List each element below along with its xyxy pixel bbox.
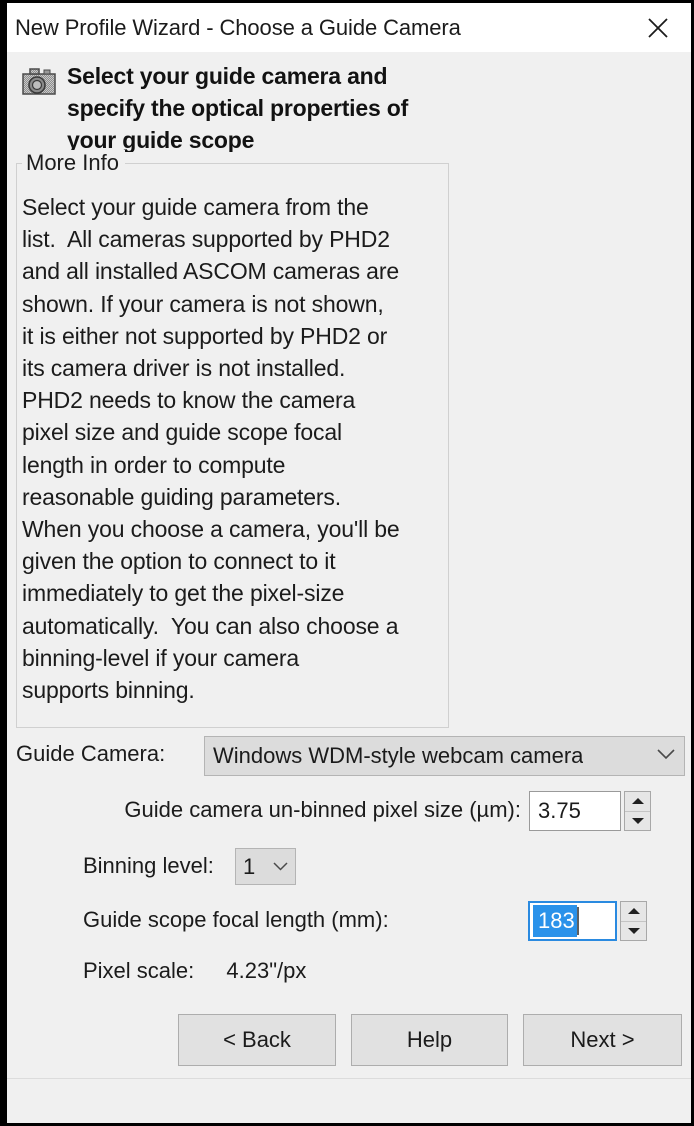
focal-length-input[interactable]: 183: [528, 901, 617, 941]
pixel-size-input[interactable]: 3.75: [529, 791, 621, 831]
triangle-up-icon: [631, 798, 644, 805]
title-bar: New Profile Wizard - Choose a Guide Came…: [7, 3, 691, 52]
pixel-size-stepper-down[interactable]: [625, 812, 650, 831]
bottom-separator: [7, 1078, 691, 1079]
more-info-line: automatically. You can also choose a: [22, 612, 399, 639]
more-info-line: Select your guide camera from the: [22, 194, 369, 220]
pixel-size-row: Guide camera un-binned pixel size (µm): …: [7, 791, 691, 833]
dialog-button-row: < Back Help Next >: [7, 1014, 691, 1066]
pixel-size-stepper[interactable]: [624, 791, 651, 831]
more-info-line: length in order to compute: [22, 451, 286, 478]
guide-camera-row: Guide Camera: Windows WDM-style webcam c…: [7, 736, 691, 776]
more-info-line: and all installed ASCOM cameras are: [22, 258, 399, 285]
focal-length-stepper[interactable]: [620, 901, 647, 941]
more-info-line: PHD2 needs to know the camera: [22, 387, 356, 414]
more-info-line: its camera driver is not installed.: [22, 355, 346, 382]
binning-value: 1: [243, 853, 256, 879]
focal-length-value: 183: [533, 905, 577, 937]
focal-length-label: Guide scope focal length (mm):: [83, 907, 389, 932]
header-line-1: Select your guide camera and: [67, 63, 388, 89]
more-info-line: it is either not supported by PHD2 or: [22, 322, 388, 349]
binning-label: Binning level:: [83, 853, 214, 878]
more-info-line: shown. If your camera is not shown,: [22, 290, 384, 317]
close-button[interactable]: [625, 3, 691, 52]
help-button[interactable]: Help: [351, 1014, 508, 1066]
more-info-line: reasonable guiding parameters.: [22, 483, 341, 510]
wizard-header-text: Select your guide camera and specify the…: [67, 60, 681, 152]
header-line-2: specify the optical properties of: [67, 95, 409, 121]
wizard-header: Select your guide camera and specify the…: [7, 52, 691, 152]
camera-icon: [17, 62, 61, 102]
text-caret: [576, 907, 579, 935]
chevron-down-icon: [273, 858, 288, 876]
next-button[interactable]: Next >: [523, 1014, 682, 1066]
focal-length-row: Guide scope focal length (mm): 183: [7, 901, 691, 943]
guide-camera-label: Guide Camera:: [16, 741, 166, 766]
more-info-line: given the option to connect to it: [22, 548, 336, 575]
pixel-scale-value: 4.23"/px: [226, 958, 307, 983]
back-button[interactable]: < Back: [178, 1014, 336, 1066]
more-info-line: pixel size and guide scope focal: [22, 419, 342, 446]
more-info-line: list. All cameras supported by PHD2: [22, 226, 390, 253]
pixel-scale-label: Pixel scale:: [83, 958, 195, 983]
focal-length-stepper-down[interactable]: [621, 922, 646, 941]
more-info-line: supports binning.: [22, 677, 195, 704]
chevron-down-icon: [657, 747, 675, 765]
close-icon: [648, 17, 668, 38]
triangle-down-icon: [627, 927, 640, 934]
pixel-scale-row: Pixel scale: 4.23"/px: [83, 958, 306, 984]
triangle-up-icon: [627, 908, 640, 915]
triangle-down-icon: [631, 817, 644, 824]
pixel-size-value: 3.75: [538, 798, 581, 823]
more-info-groupbox: More Info Select your guide camera from …: [16, 150, 449, 728]
more-info-line: When you choose a camera, you'll be: [22, 516, 400, 543]
pixel-size-label: Guide camera un-binned pixel size (µm):: [124, 797, 521, 822]
guide-camera-value: Windows WDM-style webcam camera: [213, 743, 584, 768]
more-info-line: immediately to get the pixel-size: [22, 580, 345, 607]
header-line-3: your guide scope: [67, 127, 255, 152]
binning-row: Binning level: 1: [7, 848, 691, 888]
guide-camera-select[interactable]: Windows WDM-style webcam camera: [204, 736, 685, 776]
window-title: New Profile Wizard - Choose a Guide Came…: [15, 14, 461, 40]
pixel-size-stepper-up[interactable]: [625, 792, 650, 812]
more-info-line: binning-level if your camera: [22, 644, 300, 671]
more-info-text: Select your guide camera from the list. …: [22, 191, 444, 706]
more-info-legend: More Info: [22, 150, 125, 176]
binning-select[interactable]: 1: [235, 848, 296, 885]
focal-length-stepper-up[interactable]: [621, 902, 646, 922]
new-profile-wizard-dialog: New Profile Wizard - Choose a Guide Came…: [0, 0, 694, 1126]
